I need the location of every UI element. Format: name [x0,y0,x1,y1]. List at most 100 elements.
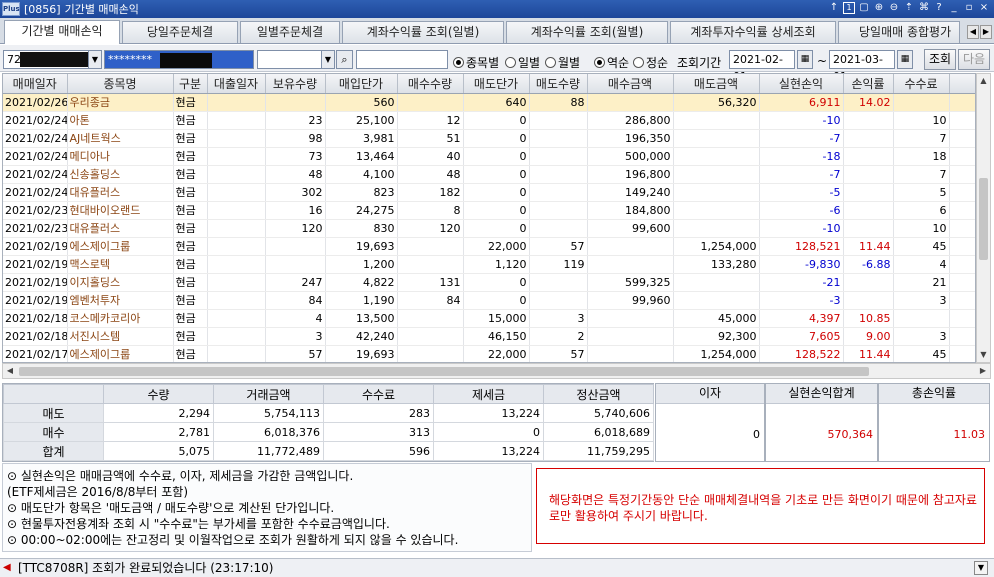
table-cell [207,111,266,130]
table-cell: -9,830 [759,255,844,274]
column-header[interactable]: 매도단가 [463,74,530,94]
scroll-right-icon[interactable]: ▶ [976,364,990,378]
tab-today-evaluation[interactable]: 당일매매 종합평가 [838,21,960,43]
table-cell [673,219,760,238]
table-cell: 12 [397,111,464,130]
scroll-left-icon[interactable]: ◀ [3,364,17,378]
column-header[interactable]: 구분 [173,74,208,94]
tab-account-return-monthly[interactable]: 계좌수익률 조회(월별) [506,21,668,43]
scroll-down-icon[interactable]: ▼ [977,348,990,362]
radio-reverse[interactable]: 역순 [594,54,629,71]
table-cell [207,345,266,362]
minimize-icon[interactable]: _ [948,2,960,14]
restore-icon[interactable]: ▫ [963,2,975,14]
settings-icon[interactable]: ⌘ [918,2,930,14]
table-cell: 46,150 [463,327,530,346]
table-cell: 120 [397,219,464,238]
table-cell: 2021/02/18 [3,309,68,328]
table-row[interactable]: 2021/02/18 코스메카코리아 현금 4 13,500 15,000 3 45,000 4… [3,309,975,328]
column-header[interactable]: 매수금액 [587,74,674,94]
date-tilde: ~ [817,54,828,68]
query-button[interactable]: 조회 [924,49,956,70]
chevron-down-icon[interactable]: ▼ [321,50,335,69]
date-to-input[interactable]: 2021-03-01 [829,50,895,83]
chevron-down-icon[interactable]: ▼ [88,50,102,69]
column-header[interactable]: 매도수량 [529,74,588,94]
close-icon[interactable]: × [978,2,990,14]
date-from-input[interactable]: 2021-02-01 [729,50,795,83]
table-row[interactable]: 2021/02/26 우리종금 현금 560 640 88 56,320 6,911 14.02 [3,93,975,112]
table-row[interactable]: 2021/02/24 신송홀딩스 현금 48 4,100 48 0 196,800 -7 7 [3,165,975,184]
tab-today-orders[interactable]: 당일주문체결 [122,21,238,43]
search-icon[interactable]: ⌕ [336,50,353,69]
tab-left-icon[interactable]: ◀ [967,25,979,39]
column-header[interactable]: 매수수량 [397,74,464,94]
radio-monthly[interactable]: 월별 [545,54,580,71]
table-cell [207,237,266,256]
vertical-scrollbar[interactable]: ▲ ▼ [976,73,991,363]
tab-period-pnl[interactable]: 기간별 매매손익 [4,20,120,44]
radio-forward[interactable]: 정순 [633,54,668,71]
column-header[interactable]: 매매일자 [3,74,68,94]
zoom-in-icon[interactable]: ⊕ [873,2,885,14]
help-icon[interactable]: ? [933,2,945,14]
window-1-icon[interactable]: 1 [843,2,855,14]
scroll-up-icon[interactable]: ▲ [977,74,990,88]
table-cell [843,165,894,184]
table-row[interactable]: 2021/02/23 대유플러스 현금 120 830 120 0 99,600 -10 10 [3,219,975,238]
table-cell [207,183,266,202]
column-header[interactable]: 손익률 [843,74,894,94]
notes-panel: ⊙ 실현손익은 매매금액에 수수료, 이자, 제세금을 가감한 금액입니다. (… [2,463,532,552]
table-row[interactable]: 2021/02/18 서진시스템 현금 3 42,240 46,150 2 92,300 7,6… [3,327,975,346]
tab-account-return-daily[interactable]: 계좌수익률 조회(일별) [342,21,504,43]
table-cell [949,255,975,274]
table-cell [673,201,760,220]
table-cell [843,129,894,148]
table-row[interactable]: 2021/02/24 대유플러스 현금 302 823 182 0 149,240 -5 5 [3,183,975,202]
column-header[interactable]: 실현손익 [759,74,844,94]
table-row[interactable]: 2021/02/19 이지홀딩스 현금 247 4,822 131 0 599,325 -21 2… [3,273,975,292]
table-cell [949,273,975,292]
table-row[interactable]: 2021/02/24 메디아나 현금 73 13,464 40 0 500,000 -18 18 [3,147,975,166]
summary-row-label: 매도 [3,403,104,423]
table-row[interactable]: 2021/02/19 엠벤처투자 현금 84 1,190 84 0 99,960 -3 3 [3,291,975,310]
pin-icon[interactable]: ⇡ [903,2,915,14]
scroll-thumb[interactable] [19,367,869,376]
column-header[interactable]: 매입단가 [325,74,398,94]
column-header[interactable]: 이자 [949,74,975,94]
table-row[interactable]: 2021/02/24 AJ네트웍스 현금 98 3,981 51 0 196,350 -7 7 [3,129,975,148]
table-cell: 247 [265,273,326,292]
calendar-icon[interactable]: ▦ [797,50,813,69]
next-button[interactable]: 다음 [958,49,990,70]
radio-daily[interactable]: 일별 [505,54,540,71]
table-cell: -18 [759,147,844,166]
column-header[interactable]: 보유수량 [265,74,326,94]
table-cell: 1,200 [325,255,398,274]
horizontal-scrollbar[interactable]: ◀ ▶ [2,363,991,379]
table-cell: -3 [759,291,844,310]
scroll-thumb[interactable] [979,178,988,260]
minus-icon[interactable]: ▢ [858,2,870,14]
summary-cell: 6,018,376 [213,422,324,442]
stock-code-input[interactable] [257,50,323,69]
filter-bar: 721 ▼ ******** ▼ ⌕ 종목별 일별 월별 역순 정순 조회기간 … [0,45,994,83]
table-row[interactable]: 2021/02/24 아톤 현금 23 25,100 12 0 286,800 -10 10 [3,111,975,130]
column-header[interactable]: 종목명 [67,74,174,94]
tab-investment-return-detail[interactable]: 계좌투자수익률 상세조회 [670,21,836,43]
chevron-down-icon[interactable]: ▼ [974,561,988,575]
zoom-out-icon[interactable]: ⊖ [888,2,900,14]
table-row[interactable]: 2021/02/23 현대바이오랜드 현금 16 24,275 8 0 184,800 -6 6 [3,201,975,220]
table-row[interactable]: 2021/02/19 에스제이그룹 현금 19,693 22,000 57 1,254,00… [3,237,975,256]
table-row[interactable]: 2021/02/19 맥스로텍 현금 1,200 1,120 119 133,280 -9,8… [3,255,975,274]
calendar-icon[interactable]: ▦ [897,50,913,69]
tab-daily-orders[interactable]: 일별주문체결 [240,21,340,43]
redaction-bar [160,53,212,68]
column-header[interactable]: 대출일자 [207,74,266,94]
arrow-up-icon[interactable]: ↑ [828,2,840,14]
column-header[interactable]: 매도금액 [673,74,760,94]
table-row[interactable]: 2021/02/17 에스제이그룹 현금 57 19,693 22,000 57 1,254,… [3,345,975,362]
radio-by-stock[interactable]: 종목별 [453,54,499,71]
table-cell: 0 [463,111,530,130]
column-header[interactable]: 수수료 [893,74,950,94]
tab-right-icon[interactable]: ▶ [980,25,992,39]
